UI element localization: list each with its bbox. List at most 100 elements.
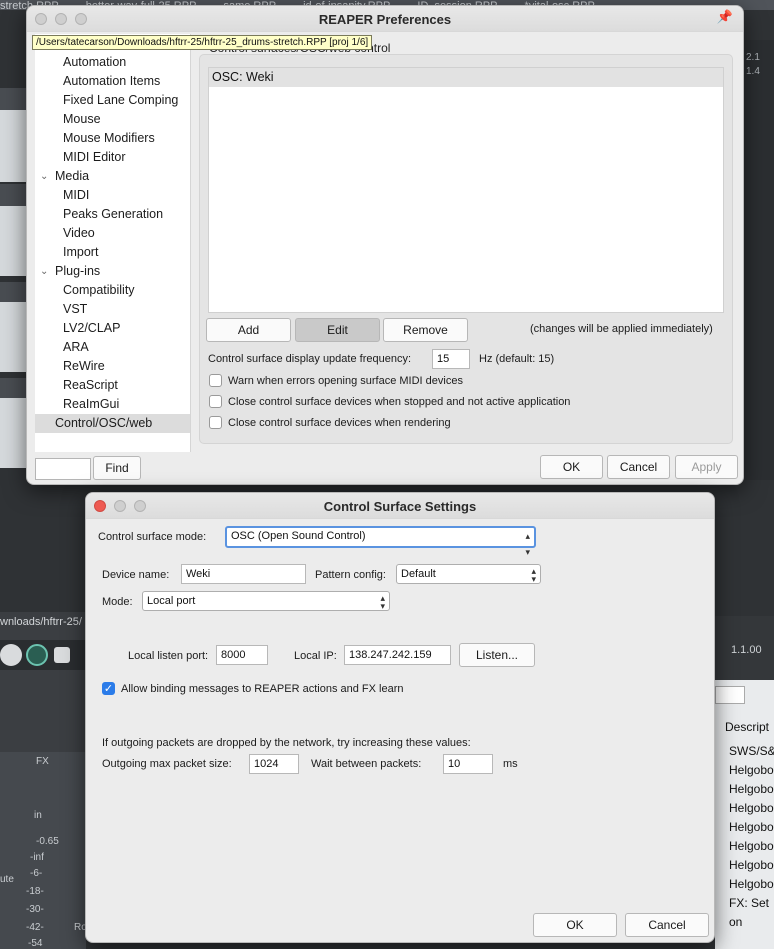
local-listen-port-input[interactable]: 8000 [216, 645, 268, 665]
tree-item-label: Compatibility [63, 283, 135, 297]
update-frequency-input[interactable]: 15 [432, 349, 470, 369]
allow-binding-checkbox[interactable]: ✓ [102, 682, 115, 695]
action-row[interactable]: SWS/S& [729, 744, 774, 758]
tree-item-label: Peaks Generation [63, 207, 164, 221]
tree-item[interactable]: MIDI [35, 186, 190, 205]
tree-item[interactable]: Mouse Modifiers [35, 129, 190, 148]
track-lane [0, 302, 28, 372]
tree-item-label: Plug-ins [55, 264, 101, 278]
ruler-label: 1.4 [746, 66, 760, 77]
action-row[interactable]: FX: Set [729, 896, 769, 910]
tree-item-label: Mouse Modifiers [63, 131, 155, 145]
action-filter-input[interactable] [715, 686, 745, 704]
close-when-rendering-checkbox[interactable] [209, 416, 222, 429]
list-item[interactable]: OSC: Weki [209, 68, 723, 87]
preferences-category-tree: Envelope DisplayAutomationAutomation Ite… [35, 34, 191, 452]
ok-button[interactable]: OK [533, 913, 617, 937]
tree-item[interactable]: Mouse [35, 110, 190, 129]
tree-item[interactable]: Automation Items [35, 72, 190, 91]
input-label[interactable]: in [34, 810, 42, 821]
action-row[interactable]: Helgobo [729, 839, 774, 853]
cancel-button[interactable]: Cancel [607, 455, 670, 479]
stop-button[interactable] [54, 647, 70, 663]
max-packet-size-input[interactable]: 1024 [249, 754, 299, 774]
add-button[interactable]: Add [206, 318, 291, 342]
chevron-down-icon[interactable]: ⌄ [40, 262, 48, 281]
fx-label[interactable]: FX [36, 756, 49, 767]
listen-button[interactable]: Listen... [459, 643, 535, 667]
chevron-down-icon[interactable]: ⌄ [40, 167, 48, 186]
apply-button[interactable]: Apply [675, 455, 738, 479]
action-row[interactable]: Helgobo [729, 782, 774, 796]
mute-label[interactable]: ute [0, 874, 14, 885]
tree-item-label: ReaImGui [63, 397, 120, 411]
tree-item-selected[interactable]: Control/OSC/web [35, 414, 190, 433]
preferences-window: REAPER Preferences 📌 /Users/tatecarson/D… [26, 5, 744, 485]
action-row[interactable]: Helgobo [729, 858, 774, 872]
timeline-right-edge: 2.1 1.4 [742, 40, 774, 480]
control-surface-mode-value: OSC (Open Sound Control) [231, 530, 366, 542]
tree-item[interactable]: Fixed Lane Comping [35, 91, 190, 110]
edit-button[interactable]: Edit [295, 318, 380, 342]
play-button[interactable] [0, 644, 22, 666]
action-row[interactable]: Helgobo [729, 763, 774, 777]
control-surface-settings-window: Control Surface Settings Control surface… [85, 492, 715, 943]
tree-item-label: Media [55, 169, 90, 183]
ok-button[interactable]: OK [540, 455, 603, 479]
action-list-footer: on [729, 915, 743, 929]
tree-item-label: Automation Items [63, 74, 161, 88]
pattern-config-select[interactable]: Default ▴ ▾ [396, 564, 541, 584]
cancel-button[interactable]: Cancel [625, 913, 709, 937]
remove-button[interactable]: Remove [383, 318, 468, 342]
tree-item[interactable]: ARA [35, 338, 190, 357]
preferences-titlebar[interactable]: REAPER Preferences 📌 [27, 6, 743, 32]
tree-item[interactable]: ReaImGui [35, 395, 190, 414]
local-listen-port-label: Local listen port: [128, 650, 209, 662]
tree-item[interactable]: LV2/CLAP [35, 319, 190, 338]
wait-between-packets-input[interactable]: 10 [443, 754, 493, 774]
track-lane [0, 110, 28, 182]
find-button[interactable]: Find [93, 456, 141, 480]
local-ip-label: Local IP: [294, 650, 337, 662]
tree-item-label: MIDI [63, 188, 90, 202]
action-row[interactable]: Helgobo [729, 820, 774, 834]
settings-titlebar[interactable]: Control Surface Settings [86, 493, 714, 519]
control-surface-panel: OSC: Weki Add Edit Remove (changes will … [199, 54, 733, 444]
repeat-button[interactable] [26, 644, 48, 666]
tree-item[interactable]: Automation [35, 53, 190, 72]
tree-item[interactable]: ReWire [35, 357, 190, 376]
tree-item[interactable]: Import [35, 243, 190, 262]
ruler-label: 2.1 [746, 52, 760, 63]
close-when-stopped-checkbox[interactable] [209, 395, 222, 408]
updown-arrows-icon: ▴ ▾ [380, 593, 385, 611]
device-name-input[interactable]: Weki [181, 564, 306, 584]
mode-select[interactable]: Local port ▴ ▾ [142, 591, 390, 611]
tree-item[interactable]: Peaks Generation [35, 205, 190, 224]
tree-item[interactable]: MIDI Editor [35, 148, 190, 167]
pattern-config-label: Pattern config: [315, 569, 386, 581]
action-row[interactable]: Helgobo [729, 801, 774, 815]
updown-arrows-icon: ▴ ▾ [531, 566, 536, 584]
meter-tick: -18- [26, 886, 44, 897]
pattern-config-value: Default [401, 568, 436, 580]
tree-item[interactable]: Video [35, 224, 190, 243]
wait-between-packets-label: Wait between packets: [311, 758, 422, 770]
pin-icon[interactable]: 📌 [717, 9, 733, 25]
warn-errors-label: Warn when errors opening surface MIDI de… [228, 375, 463, 387]
tree-item[interactable]: ReaScript [35, 376, 190, 395]
find-input[interactable] [35, 458, 91, 480]
tree-group-media[interactable]: ⌄ Media [35, 167, 190, 186]
local-ip-input[interactable]: 138.247.242.159 [344, 645, 451, 665]
control-surface-mode-select[interactable]: OSC (Open Sound Control) ▴ ▾ [225, 526, 536, 557]
tree-item[interactable]: Compatibility [35, 281, 190, 300]
action-row[interactable]: Helgobo [729, 877, 774, 891]
meter-value: -inf [30, 852, 44, 863]
control-surface-list[interactable]: OSC: Weki [208, 67, 724, 313]
meter-tick: -42- [26, 922, 44, 933]
description-column-header[interactable]: Descript [725, 720, 769, 734]
warn-errors-checkbox[interactable] [209, 374, 222, 387]
tree-group-plug-ins[interactable]: ⌄ Plug-ins [35, 262, 190, 281]
updown-arrows-icon: ▴ ▾ [525, 531, 530, 557]
tree-item-label: Control/OSC/web [55, 416, 153, 430]
tree-item[interactable]: VST [35, 300, 190, 319]
